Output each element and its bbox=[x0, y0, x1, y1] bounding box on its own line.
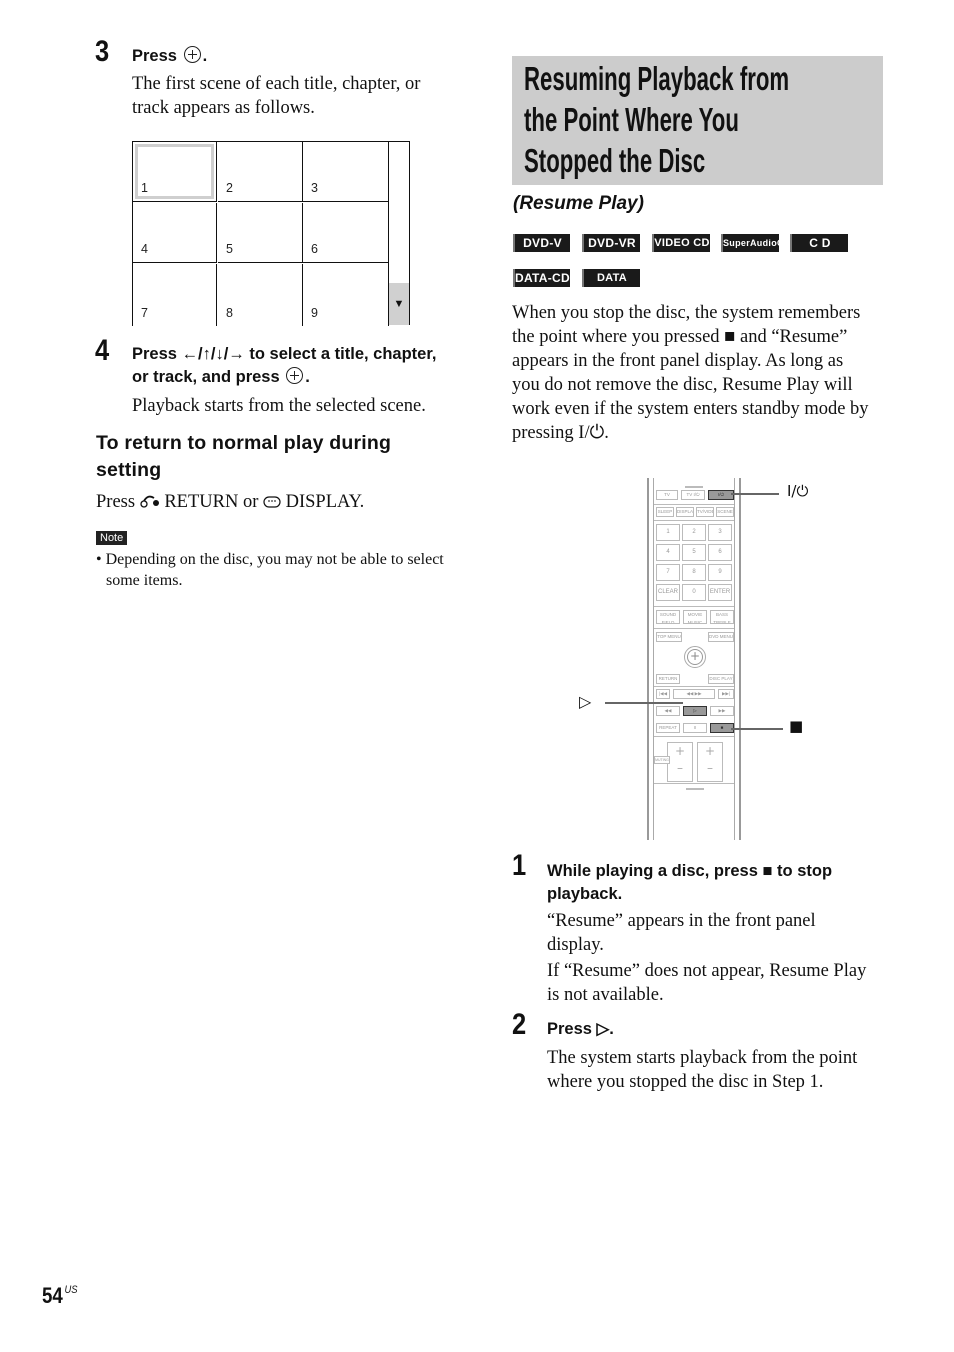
remote-numpad-button: 0 bbox=[682, 584, 706, 601]
stop-callout-line bbox=[731, 728, 783, 730]
scene-thumbnail[interactable]: 4 bbox=[133, 203, 217, 263]
remote-movie-music-button: MOVIE MUSIC bbox=[683, 610, 707, 624]
remote-power-button: I/⏻ bbox=[708, 490, 734, 500]
step-3-number: 3 bbox=[95, 35, 110, 68]
remote-numpad-button: ENTER bbox=[708, 584, 732, 601]
step-3-body: The first scene of each title, chapter, … bbox=[132, 74, 421, 118]
scene-thumbnail[interactable]: 5 bbox=[218, 203, 303, 263]
remote-disc-play-button: DISC PLAY bbox=[708, 674, 734, 684]
step-4-body: Playback starts from the selected scene. bbox=[132, 396, 426, 416]
page-number: 54 US bbox=[42, 1283, 78, 1308]
step-4-number: 4 bbox=[95, 334, 110, 367]
step-3-heading: Press . bbox=[132, 46, 208, 65]
scroll-down-arrow-icon[interactable]: ▼ bbox=[389, 283, 409, 325]
display-icon bbox=[263, 496, 281, 508]
scene-thumbnail[interactable]: 2 bbox=[218, 142, 303, 202]
scene-thumbnail[interactable]: 1 bbox=[133, 142, 217, 202]
remote-sleep-button: SLEEP bbox=[656, 507, 674, 517]
disc-badge-cd: C D bbox=[790, 234, 848, 252]
scene-thumbnail[interactable]: 8 bbox=[218, 264, 303, 326]
remote-control-illustration: TV TV I/⏻ I/⏻ SLEEP DISPLAY TV/VIDEO SCE… bbox=[647, 478, 741, 840]
remote-numpad-button: 9 bbox=[708, 564, 732, 581]
disc-badge-data-cd: DATA-CD bbox=[513, 269, 570, 287]
remote-channel-rocker: + – bbox=[697, 742, 723, 782]
step-2-number: 2 bbox=[512, 1008, 527, 1041]
step-2-heading: Press ▷. bbox=[547, 1020, 614, 1038]
scene-thumbnail[interactable]: 3 bbox=[303, 142, 389, 202]
remote-numpad-button: 7 bbox=[656, 564, 680, 581]
enter-button-icon bbox=[183, 46, 201, 63]
remote-rewind-button: ◀◀ bbox=[656, 706, 680, 716]
subsection-heading: To return to normal play during setting bbox=[96, 432, 392, 481]
note-badge: Note bbox=[96, 531, 128, 545]
step-2-body: The system starts playback from the poin… bbox=[547, 1048, 858, 1092]
disc-badge-dvd-v: DVD-V bbox=[513, 234, 570, 252]
scene-thumbnail[interactable]: 7 bbox=[133, 264, 217, 326]
enter-button-icon bbox=[286, 367, 304, 384]
remote-numpad-button: 3 bbox=[708, 524, 732, 541]
step-1-number: 1 bbox=[512, 849, 527, 882]
disc-badge-data-dvd: DATA DVD bbox=[582, 269, 640, 302]
stop-callout-label: ■ bbox=[789, 717, 804, 735]
disc-badge-super-audio-cd: SuperAudioCD bbox=[721, 234, 790, 252]
return-icon bbox=[140, 495, 159, 508]
remote-display-button: DISPLAY bbox=[676, 507, 694, 517]
remote-play-button: ▷ bbox=[683, 706, 707, 716]
remote-numpad-button: CLEAR bbox=[656, 584, 680, 601]
step-1-body: “Resume” appears in the front panel disp… bbox=[547, 911, 867, 1005]
step-4-heading: Press ←/↑/↓/→ to select a title, chapter… bbox=[132, 345, 437, 386]
section-title: Resuming Playback from the Point Where Y… bbox=[524, 60, 790, 179]
play-callout-label: ▷ bbox=[579, 692, 592, 711]
section-subtitle: (Resume Play) bbox=[513, 193, 644, 214]
intro-paragraph: When you stop the disc, the system remem… bbox=[512, 303, 869, 443]
remote-numpad-button: 5 bbox=[682, 544, 706, 561]
remote-tv-video-button: TV/VIDEO bbox=[696, 507, 714, 517]
scene-thumbnail[interactable]: 9 bbox=[303, 264, 389, 326]
remote-prev-button: |◀◀ bbox=[656, 689, 670, 699]
remote-numpad-button: 4 bbox=[656, 544, 680, 561]
play-callout-line bbox=[605, 702, 683, 704]
remote-dvd-menu-button: DVD MENU bbox=[708, 632, 734, 642]
remote-numpad-button: 2 bbox=[682, 524, 706, 541]
remote-repeat-button: REPEAT bbox=[656, 723, 680, 733]
remote-fast-forward-button: ▶▶ bbox=[710, 706, 734, 716]
scene-scrollbar[interactable]: ▼ bbox=[388, 141, 410, 325]
remote-numpad-button: 8 bbox=[682, 564, 706, 581]
remote-next-button: ▶▶| bbox=[718, 689, 734, 699]
remote-tv-power-button: TV I/⏻ bbox=[681, 490, 705, 500]
step-1-heading: While playing a disc, press ■ to stop pl… bbox=[547, 862, 833, 903]
remote-numpad-button: 6 bbox=[708, 544, 732, 561]
remote-scene-sync-button: SCENE SYNC bbox=[716, 507, 734, 517]
remote-slow-button: ◀◀ ▶▶ bbox=[673, 689, 715, 699]
remote-tv-button: TV bbox=[656, 490, 678, 500]
remote-return-button: RETURN bbox=[656, 674, 680, 684]
section-title-box: Resuming Playback from the Point Where Y… bbox=[512, 56, 883, 185]
remote-numpad-button: 1 bbox=[656, 524, 680, 541]
scene-grid: 1 2 3 4 5 6 7 8 9 bbox=[132, 141, 389, 326]
remote-volume-rocker: + – bbox=[667, 742, 693, 782]
power-callout-label: I/⏻ bbox=[787, 482, 809, 500]
note-text: • Depending on the disc, you may not be … bbox=[96, 551, 444, 589]
power-callout-line bbox=[731, 493, 779, 495]
remote-top-menu-button: TOP MENU bbox=[656, 632, 682, 642]
disc-badge-video-cd: VIDEO CD bbox=[652, 234, 710, 252]
remote-bass-treble-button: BASS TREBLE bbox=[710, 610, 734, 624]
remote-pause-button: II bbox=[683, 723, 707, 733]
scene-thumbnail[interactable]: 6 bbox=[303, 203, 389, 263]
remote-sound-field-button: SOUND FIELD bbox=[656, 610, 680, 624]
subsection-body: Press RETURN or DISPLAY. bbox=[96, 492, 365, 512]
disc-badge-dvd-vr: DVD-VR bbox=[582, 234, 640, 252]
remote-muting-button: MUTING bbox=[654, 756, 670, 764]
